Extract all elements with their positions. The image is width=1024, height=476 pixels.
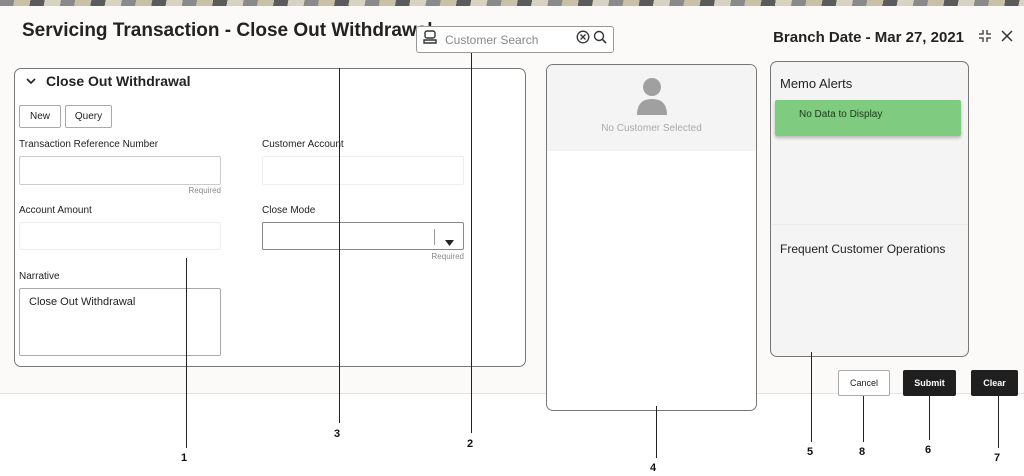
collapse-icon[interactable] xyxy=(976,27,994,45)
cancel-button[interactable]: Cancel xyxy=(838,370,890,396)
callout-line-2 xyxy=(471,53,472,433)
new-button[interactable]: New xyxy=(19,105,61,128)
select-divider xyxy=(434,229,435,245)
frequent-ops-title: Frequent Customer Operations xyxy=(780,242,946,256)
close-out-withdrawal-panel: Close Out Withdrawal New Query Transacti… xyxy=(14,68,526,367)
customer-icon xyxy=(423,30,437,49)
user-avatar-icon xyxy=(635,77,669,120)
transaction-screen: Servicing Transaction - Close Out Withdr… xyxy=(0,6,1024,411)
callout-line-8 xyxy=(863,396,864,442)
narrative-label: Narrative xyxy=(19,271,60,282)
dropdown-icon[interactable] xyxy=(445,233,454,251)
submit-button[interactable]: Submit xyxy=(903,370,956,396)
callout-line-6 xyxy=(929,396,930,440)
customer-search-input[interactable]: Customer Search xyxy=(445,33,576,47)
close-mode-select[interactable] xyxy=(262,222,464,250)
callout-number-8: 8 xyxy=(859,446,866,458)
callout-number-3: 3 xyxy=(334,428,341,440)
txn-ref-input[interactable] xyxy=(19,156,221,185)
divider xyxy=(771,224,968,225)
callout-number-2: 2 xyxy=(467,438,474,450)
close-mode-required: Required xyxy=(431,252,464,261)
callout-number-6: 6 xyxy=(925,444,932,456)
clear-button[interactable]: Clear xyxy=(971,370,1018,396)
query-button[interactable]: Query xyxy=(65,105,112,128)
section-header[interactable]: Close Out Withdrawal xyxy=(26,73,191,89)
memo-alerts-title: Memo Alerts xyxy=(780,76,853,91)
memo-alerts-panel: Memo Alerts No Data to Display Frequent … xyxy=(770,61,969,357)
account-amount-input[interactable] xyxy=(19,222,221,250)
callout-number-1: 1 xyxy=(181,452,188,464)
close-icon[interactable] xyxy=(998,27,1016,45)
section-title: Close Out Withdrawal xyxy=(46,73,191,89)
callout-line-1 xyxy=(186,258,187,448)
close-mode-label: Close Mode xyxy=(262,205,316,216)
narrative-value: Close Out Withdrawal xyxy=(29,296,136,308)
callout-line-3 xyxy=(339,68,340,423)
txn-ref-label: Transaction Reference Number xyxy=(19,139,159,150)
customer-account-label: Customer Account xyxy=(262,139,344,150)
customer-account-input[interactable] xyxy=(262,156,464,185)
txn-ref-required: Required xyxy=(188,186,221,195)
page-title: Servicing Transaction - Close Out Withdr… xyxy=(22,20,433,41)
callout-line-4 xyxy=(656,406,657,458)
callout-line-7 xyxy=(998,396,999,448)
memo-alerts-message: No Data to Display xyxy=(775,100,961,136)
customer-search-box[interactable]: Customer Search xyxy=(416,26,614,53)
callout-line-5 xyxy=(811,352,812,442)
callout-number-4: 4 xyxy=(650,462,657,474)
no-customer-label: No Customer Selected xyxy=(601,123,702,134)
search-icon[interactable] xyxy=(593,30,607,49)
customer-info-panel: No Customer Selected xyxy=(546,64,757,411)
branch-date: Branch Date - Mar 27, 2021 xyxy=(773,29,964,46)
callout-number-7: 7 xyxy=(994,452,1001,464)
narrative-textarea[interactable]: Close Out Withdrawal xyxy=(19,288,221,356)
callout-number-5: 5 xyxy=(807,446,814,458)
clear-search-icon[interactable] xyxy=(576,30,590,49)
account-amount-label: Account Amount xyxy=(19,205,92,216)
chevron-down-icon[interactable] xyxy=(26,73,36,89)
